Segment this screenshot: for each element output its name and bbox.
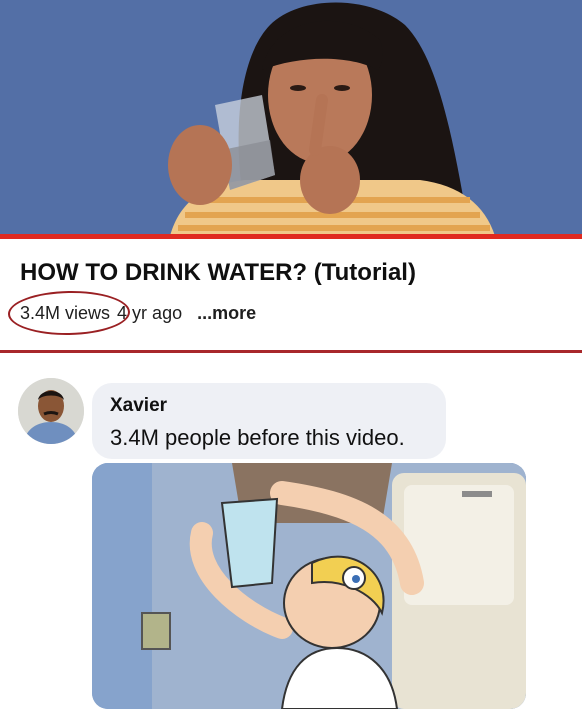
view-count-text: 3.4M views <box>20 303 111 323</box>
comment-bubble: Xavier 3.4M people before this video. <box>92 383 446 459</box>
upload-age: 4 yr ago <box>117 303 183 323</box>
view-count: 3.4M views <box>7 289 131 337</box>
comment-image[interactable] <box>92 463 526 709</box>
video-title: HOW TO DRINK WATER? (Tutorial) <box>20 259 416 286</box>
more-link[interactable]: ...more <box>197 303 256 324</box>
video-info: HOW TO DRINK WATER? (Tutorial) 3.4M view… <box>0 239 582 352</box>
video-thumbnail-image <box>0 0 582 236</box>
section-divider <box>0 350 582 353</box>
avatar[interactable] <box>18 378 84 444</box>
comment-author[interactable]: Xavier <box>110 395 428 417</box>
video-meta: 3.4M views 4 yr ago ...more <box>7 289 256 337</box>
comment-text: 3.4M people before this video. <box>110 425 405 450</box>
video-thumbnail[interactable] <box>0 0 582 236</box>
comment-attached-image <box>92 463 526 709</box>
commenter-avatar <box>18 378 84 444</box>
